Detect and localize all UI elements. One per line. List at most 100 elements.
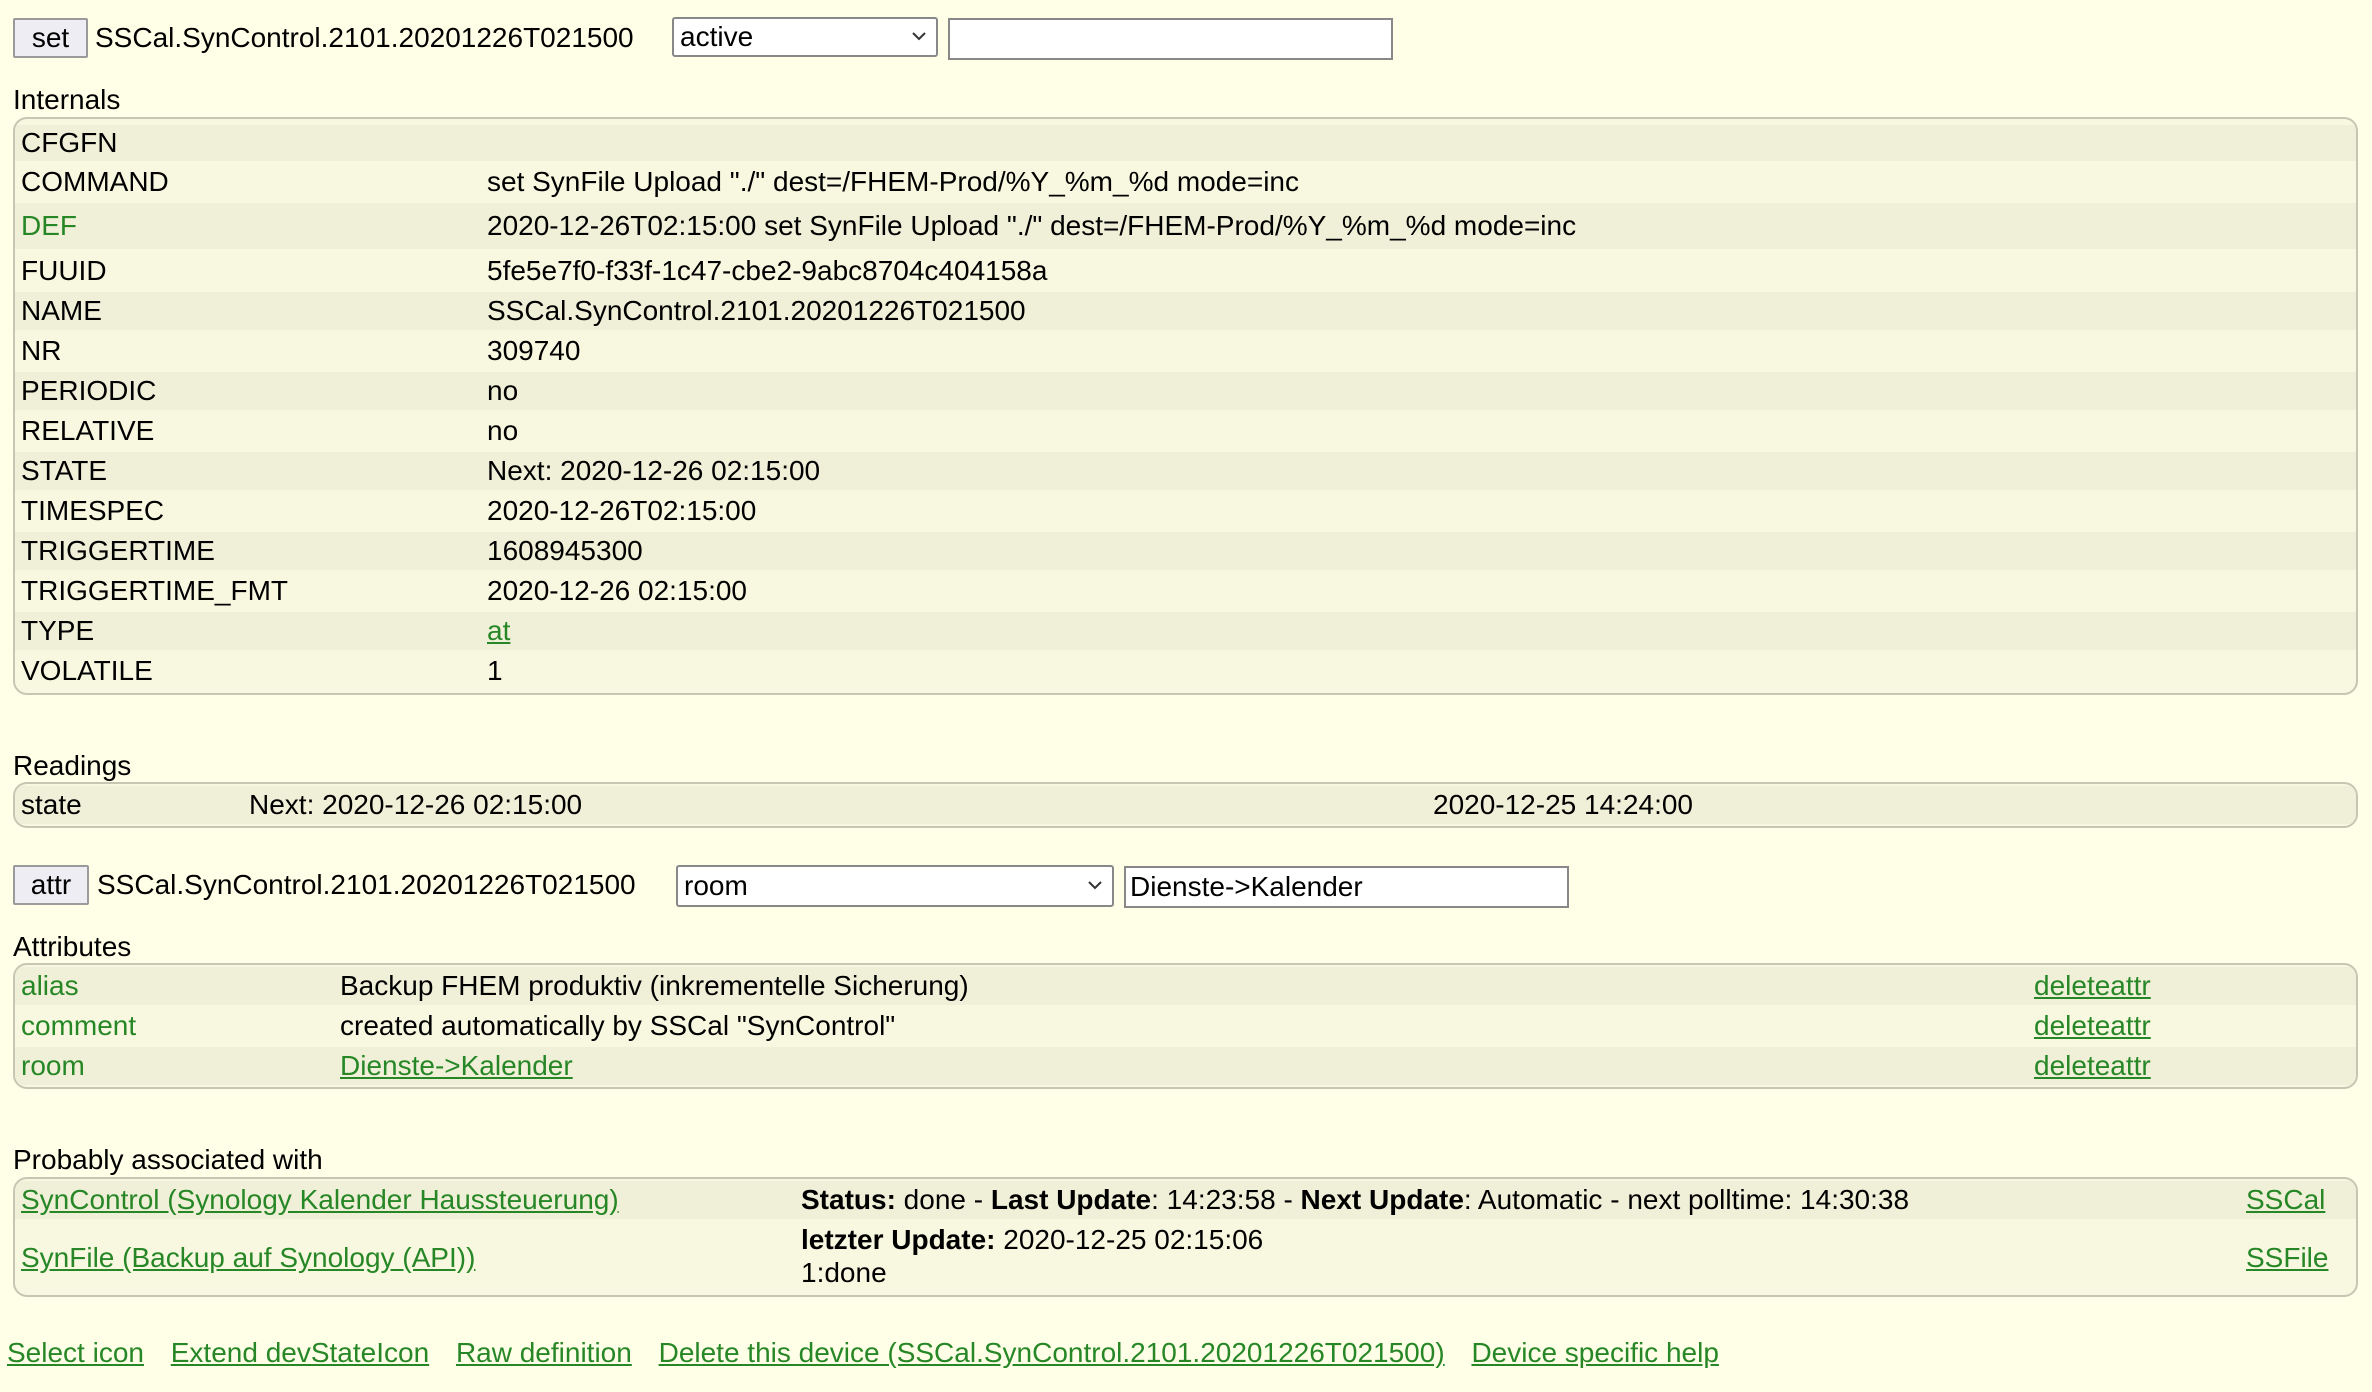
table-row: FUUID 5fe5e7f0-f33f-1c47-cbe2-9abc8704c4… [15, 252, 2356, 290]
internal-value: 1 [487, 655, 503, 686]
set-value-input[interactable] [948, 18, 1393, 60]
room-value-link[interactable]: Dienste->Kalender [340, 1050, 573, 1082]
internal-name: VOLATILE [21, 655, 153, 686]
update-label: letzter Update: [801, 1224, 996, 1255]
table-row: alias Backup FHEM produktiv (inkrementel… [15, 967, 2356, 1005]
table-row: state Next: 2020-12-26 02:15:00 2020-12-… [15, 786, 2356, 824]
internal-name: PERIODIC [21, 375, 157, 406]
last-update-value: : 14:23:58 - [1151, 1184, 1301, 1215]
chevron-down-icon [1088, 881, 1102, 890]
attr-name-select-value: room [684, 870, 748, 901]
attr-name-link[interactable]: comment [21, 1010, 136, 1042]
table-row: DEF 2020-12-26T02:15:00 set SynFile Uplo… [15, 203, 2356, 249]
internal-value: Next: 2020-12-26 02:15:00 [487, 455, 821, 486]
table-row: TYPE at [15, 612, 2356, 650]
internal-value: 5fe5e7f0-f33f-1c47-cbe2-9abc8704c404158a [487, 255, 1048, 286]
table-row: CFGFN [15, 125, 2356, 161]
internal-name: COMMAND [21, 166, 169, 197]
set-command-select-value: active [680, 21, 754, 52]
attr-name-select[interactable]: room [676, 865, 1114, 907]
readings-label: Readings [13, 750, 132, 781]
internal-name: TRIGGERTIME [21, 535, 215, 566]
attributes-label: Attributes [13, 931, 132, 962]
internal-name: FUUID [21, 255, 107, 286]
next-update-value: : Automatic - next polltime: 14:30:38 [1463, 1184, 1910, 1215]
table-row: SynControl (Synology Kalender Haussteuer… [15, 1181, 2356, 1219]
internal-value: set SynFile Upload "./" dest=/FHEM-Prod/… [487, 166, 1299, 197]
internal-name: STATE [21, 455, 108, 486]
raw-definition-link[interactable]: Raw definition [456, 1337, 632, 1368]
status-line: 1:done [801, 1257, 887, 1288]
set-command-select[interactable]: active [672, 17, 938, 57]
device-help-link[interactable]: Device specific help [1471, 1337, 1718, 1368]
last-update-label: Last Update [990, 1184, 1152, 1215]
attr-value: created automatically by SSCal "SynContr… [340, 1010, 896, 1041]
attr-value-input[interactable]: Dienste->Kalender [1124, 866, 1569, 908]
internals-label: Internals [13, 84, 121, 115]
internal-name: TYPE [21, 615, 95, 646]
table-row: room Dienste->Kalender deleteattr [15, 1047, 2356, 1085]
attr-button[interactable]: attr [13, 865, 89, 905]
associated-device-link[interactable]: SynFile (Backup auf Synology (API)) [21, 1242, 475, 1274]
table-row: comment created automatically by SSCal "… [15, 1007, 2356, 1045]
select-icon-link[interactable]: Select icon [7, 1337, 144, 1368]
extend-devstateicon-link[interactable]: Extend devStateIcon [171, 1337, 429, 1368]
table-row: PERIODIC no [15, 372, 2356, 410]
set-button[interactable]: set [13, 18, 88, 58]
internal-value: 1608945300 [487, 535, 643, 566]
table-row: VOLATILE 1 [15, 652, 2356, 690]
table-row: STATE Next: 2020-12-26 02:15:00 [15, 452, 2356, 490]
def-link[interactable]: DEF [21, 210, 77, 242]
associated-type-link[interactable]: SSCal [2246, 1184, 2325, 1216]
update-value: 2020-12-25 02:15:06 [995, 1224, 1264, 1255]
table-row: RELATIVE no [15, 412, 2356, 450]
status-label: Status: [801, 1184, 896, 1215]
internal-value: 2020-12-26T02:15:00 [487, 495, 757, 526]
type-link[interactable]: at [487, 615, 510, 647]
attributes-table: alias Backup FHEM produktiv (inkrementel… [13, 963, 2358, 1089]
footer-links: Select icon Extend devStateIcon Raw defi… [7, 1337, 1719, 1369]
internal-value: 2020-12-26T02:15:00 set SynFile Upload "… [487, 210, 1577, 241]
table-row: COMMAND set SynFile Upload "./" dest=/FH… [15, 163, 2356, 201]
reading-name: state [21, 789, 82, 820]
internal-name: NAME [21, 295, 102, 326]
reading-time: 2020-12-25 14:24:00 [1433, 789, 1693, 820]
associated-table: SynControl (Synology Kalender Haussteuer… [13, 1177, 2358, 1297]
internal-value: 2020-12-26 02:15:00 [487, 575, 747, 606]
internal-value: no [487, 415, 519, 446]
deleteattr-link[interactable]: deleteattr [2034, 1010, 2151, 1042]
internal-value: no [487, 375, 519, 406]
chevron-down-icon [912, 32, 926, 41]
delete-device-link[interactable]: Delete this device (SSCal.SynControl.210… [659, 1337, 1445, 1368]
internal-name: NR [21, 335, 62, 366]
deleteattr-link[interactable]: deleteattr [2034, 970, 2151, 1002]
attr-name-link[interactable]: alias [21, 970, 79, 1002]
next-update-label: Next Update [1300, 1184, 1464, 1215]
table-row: TRIGGERTIME 1608945300 [15, 532, 2356, 570]
internals-table: CFGFN COMMAND set SynFile Upload "./" de… [13, 117, 2358, 695]
readings-table: state Next: 2020-12-26 02:15:00 2020-12-… [13, 782, 2358, 828]
attr-device-name: SSCal.SynControl.2101.20201226T021500 [97, 869, 636, 900]
associated-label: Probably associated with [13, 1144, 323, 1175]
associated-status: letzter Update: 2020-12-25 02:15:06 1:do… [801, 1223, 1263, 1289]
table-row: TRIGGERTIME_FMT 2020-12-26 02:15:00 [15, 572, 2356, 610]
associated-status: Status: done - Last Update: 14:23:58 - N… [801, 1184, 1909, 1216]
deleteattr-link[interactable]: deleteattr [2034, 1050, 2151, 1082]
set-device-name: SSCal.SynControl.2101.20201226T021500 [95, 22, 634, 53]
table-row: TIMESPEC 2020-12-26T02:15:00 [15, 492, 2356, 530]
status-value: done - [895, 1184, 991, 1215]
internal-name: CFGFN [21, 127, 118, 158]
attr-value: Backup FHEM produktiv (inkrementelle Sic… [340, 970, 969, 1001]
internal-value: 309740 [487, 335, 581, 366]
internal-value: SSCal.SynControl.2101.20201226T021500 [487, 295, 1026, 326]
table-row: NAME SSCal.SynControl.2101.20201226T0215… [15, 292, 2356, 330]
attr-name-link[interactable]: room [21, 1050, 85, 1082]
associated-type-link[interactable]: SSFile [2246, 1242, 2328, 1274]
reading-value: Next: 2020-12-26 02:15:00 [249, 789, 583, 820]
internal-name: TRIGGERTIME_FMT [21, 575, 289, 606]
associated-device-link[interactable]: SynControl (Synology Kalender Haussteuer… [21, 1184, 619, 1216]
table-row: SynFile (Backup auf Synology (API)) letz… [15, 1221, 2356, 1295]
table-row: NR 309740 [15, 332, 2356, 370]
internal-name: RELATIVE [21, 415, 155, 446]
internal-name: TIMESPEC [21, 495, 165, 526]
